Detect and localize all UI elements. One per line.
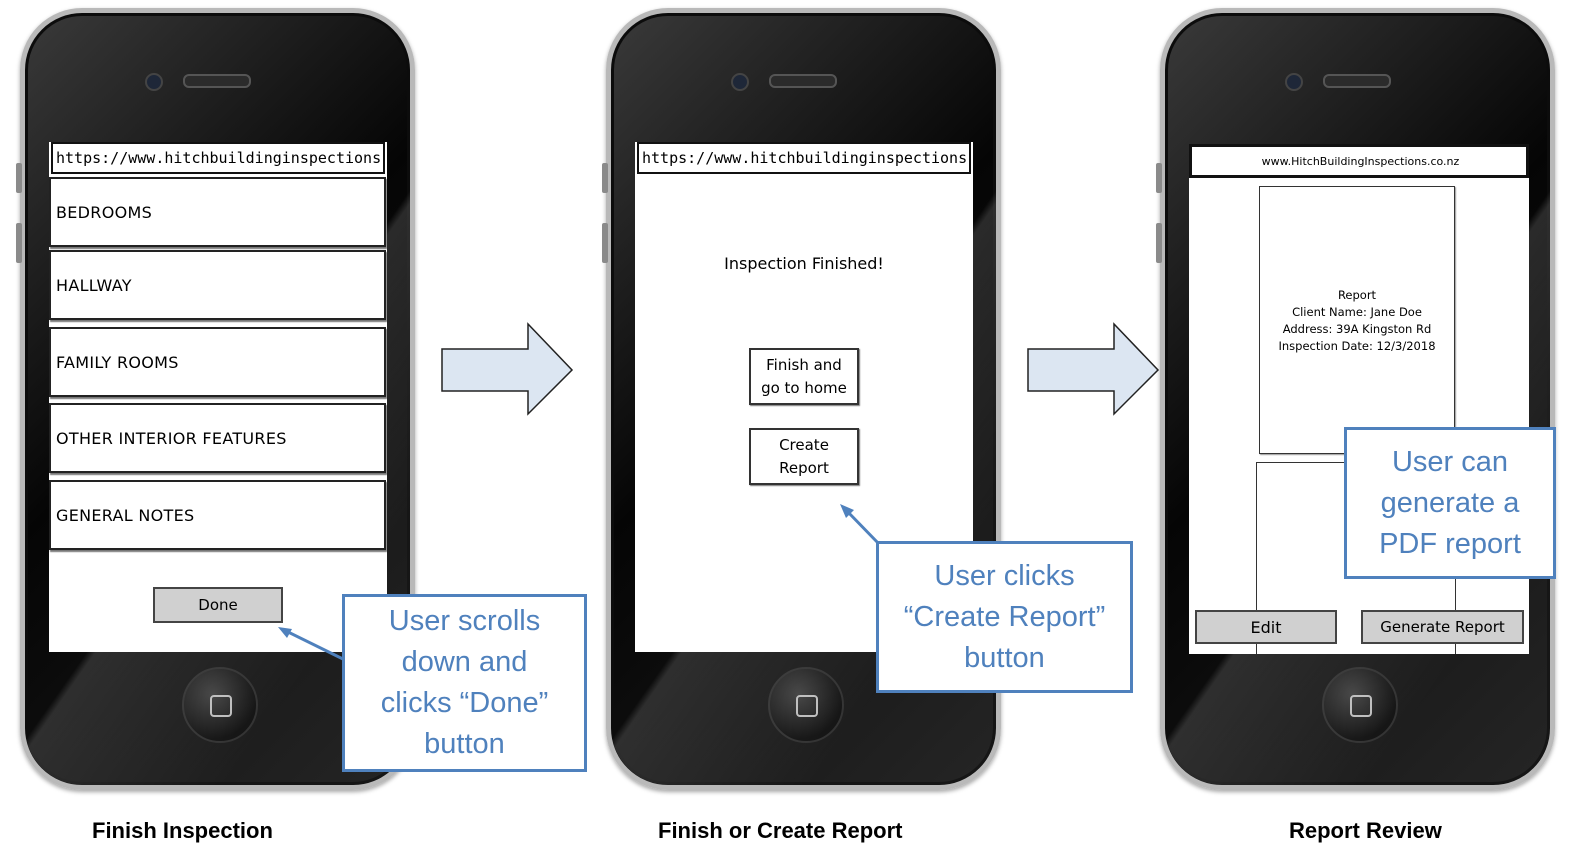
callout-generate-pdf: User can generate a PDF report <box>1344 427 1556 579</box>
caption-report-review: Report Review <box>1289 818 1442 843</box>
callout-create-report: User clicks “Create Report” button <box>876 541 1133 693</box>
caption-finish-or-create-report: Finish or Create Report <box>658 818 903 843</box>
caption-finish-inspection: Finish Inspection <box>92 818 273 843</box>
callout-pointer-1 <box>278 504 882 662</box>
callout-scroll-done: User scrolls down and clicks “Done” butt… <box>342 594 587 772</box>
